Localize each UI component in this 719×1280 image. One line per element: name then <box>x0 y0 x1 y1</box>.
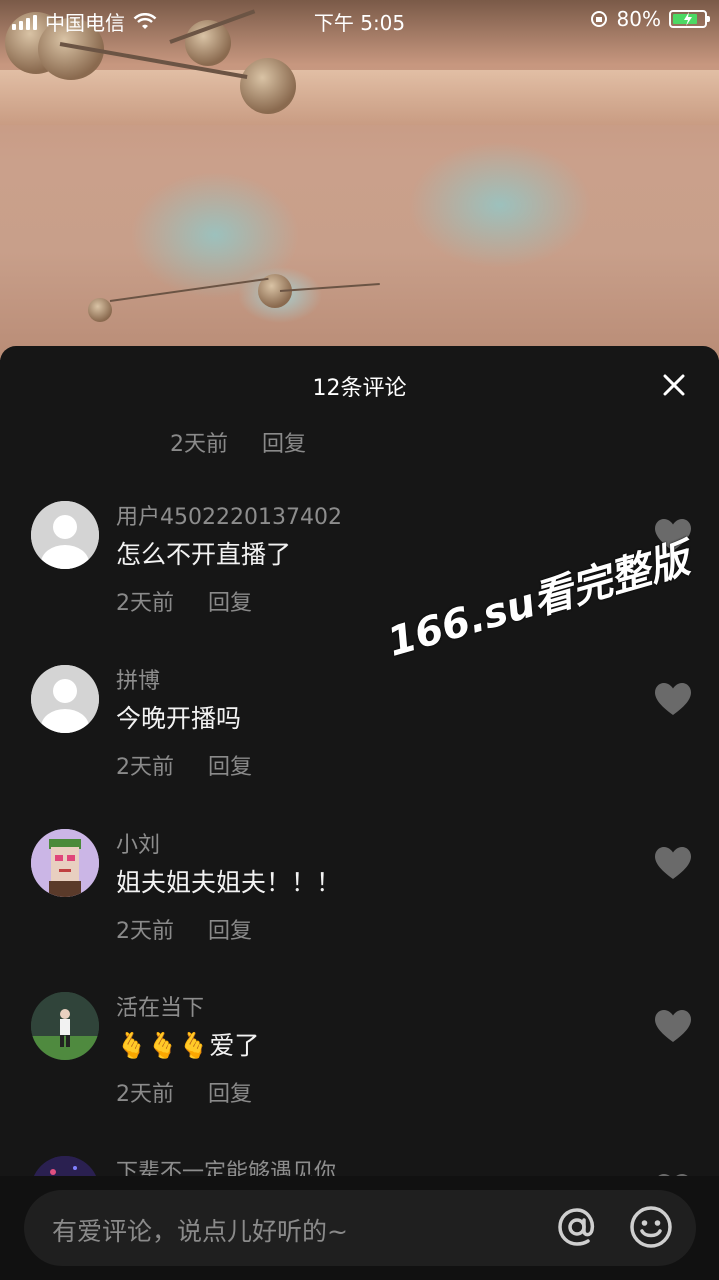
status-right: 80% <box>589 7 710 31</box>
mention-at-icon[interactable] <box>554 1204 600 1250</box>
default-avatar-icon <box>31 501 99 569</box>
rotation-lock-icon <box>590 11 607 27</box>
comment-meta: 2天前 回复 <box>170 426 306 458</box>
like-heart-icon[interactable] <box>655 683 691 717</box>
status-bar: 中国电信 下午 5:05 80% <box>0 0 719 40</box>
default-avatar-icon <box>31 665 99 733</box>
emoji-icon[interactable] <box>628 1204 674 1250</box>
comment-username[interactable]: 活在当下 <box>116 990 204 1022</box>
avatar[interactable] <box>31 829 99 897</box>
comment-meta: 2天前 回复 <box>116 585 252 617</box>
comment-sheet: 12条评论 2天前 回复 用户4502220137402 怎么不开直播了 2天前… <box>0 346 719 1280</box>
reply-button[interactable]: 回复 <box>208 913 252 945</box>
comment-username[interactable]: 小刘 <box>116 827 160 859</box>
chandelier-globe <box>88 298 112 322</box>
comment-input-placeholder: 有爱评论，说点儿好听的~ <box>52 1217 348 1246</box>
comment-username[interactable]: 用户4502220137402 <box>116 499 342 531</box>
comment-item: 活在当下 🫰🫰🫰爱了 2天前 回复 <box>0 990 719 1140</box>
comment-text: 姐夫姐夫姐夫！！！ <box>116 868 342 897</box>
comment-username[interactable]: 拼博 <box>116 663 160 695</box>
comment-input[interactable]: 有爱评论，说点儿好听的~ <box>24 1190 696 1266</box>
sheet-title: 12条评论 <box>312 376 407 401</box>
avatar[interactable] <box>31 665 99 733</box>
comment-text: 今晚开播吗 <box>116 704 242 733</box>
reply-button[interactable]: 回复 <box>262 426 306 458</box>
avatar[interactable] <box>31 501 99 569</box>
comment-meta: 2天前 回复 <box>116 913 252 945</box>
chandelier-arm <box>109 277 269 302</box>
comment-item: 拼博 今晚开播吗 2天前 回复 <box>0 663 719 813</box>
comment-time: 2天前 <box>116 919 174 944</box>
comment-time: 2天前 <box>170 432 228 457</box>
like-heart-icon[interactable] <box>655 1010 691 1044</box>
video-background <box>0 0 719 360</box>
ceiling-trim <box>0 70 719 125</box>
comment-item: 小刘 姐夫姐夫姐夫！！！ 2天前 回复 <box>0 827 719 977</box>
comment-text: 怎么不开直播了 <box>116 540 292 569</box>
avatar[interactable] <box>31 992 99 1060</box>
photo-avatar-icon <box>31 992 99 1060</box>
comment-meta: 2天前 回复 <box>116 749 252 781</box>
chandelier-globe <box>240 58 296 114</box>
close-icon <box>663 374 685 396</box>
reply-button[interactable]: 回复 <box>208 585 252 617</box>
comment-input-bar: 有爱评论，说点儿好听的~ <box>0 1176 719 1280</box>
comment-time: 2天前 <box>116 755 174 780</box>
comment-time: 2天前 <box>116 591 174 616</box>
comment-text: 🫰🫰🫰爱了 <box>116 1031 260 1060</box>
battery-icon <box>669 10 710 28</box>
comment-time: 2天前 <box>116 1082 174 1107</box>
battery-percent: 80% <box>616 7 661 31</box>
close-button[interactable] <box>659 370 689 400</box>
reply-button[interactable]: 回复 <box>208 1076 252 1108</box>
chandelier-arm <box>279 283 380 292</box>
comment-meta: 2天前 回复 <box>116 1076 252 1108</box>
pixel-character-avatar-icon <box>31 829 99 897</box>
reply-button[interactable]: 回复 <box>208 749 252 781</box>
like-heart-icon[interactable] <box>655 847 691 881</box>
